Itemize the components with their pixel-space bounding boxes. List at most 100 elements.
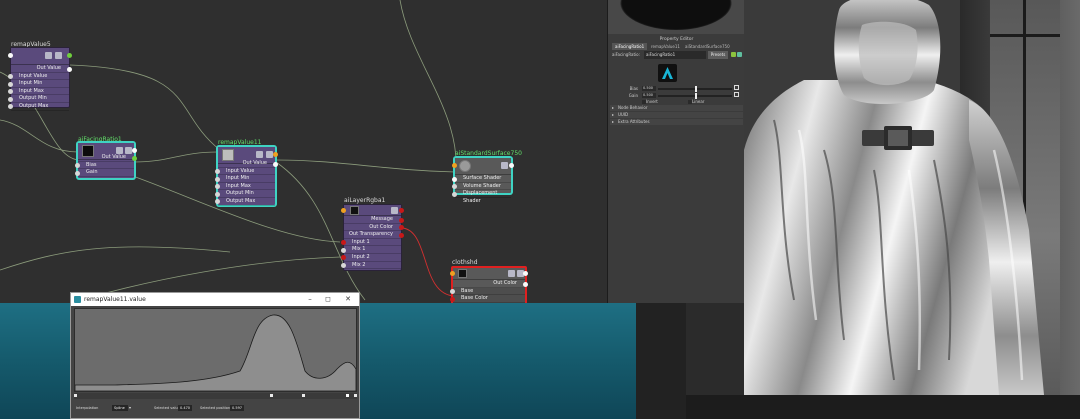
section-uuid[interactable]: UUID [610,112,743,118]
gain-map-icon[interactable] [734,92,739,97]
port-in[interactable] [215,169,220,175]
section-extra-attributes[interactable]: Extra Attributes [610,119,743,125]
attr-mix-2: Mix 2 [341,262,401,270]
node-header[interactable] [341,205,404,216]
port-in[interactable] [452,191,457,197]
gain-slider[interactable] [658,93,732,99]
port-in[interactable] [452,184,457,190]
port-in[interactable] [8,96,13,102]
node-toggle-icon[interactable] [116,147,123,154]
port-in[interactable] [215,184,220,190]
port-out[interactable] [399,232,404,238]
bias-slider[interactable] [658,86,732,92]
port-message-in[interactable] [341,208,346,213]
section-node-behavior[interactable]: Node Behavior [610,105,743,111]
port-in[interactable] [8,81,13,87]
port-message-in[interactable] [450,271,455,276]
port-in[interactable] [341,255,346,261]
node-header[interactable] [8,48,72,65]
port-out-value[interactable] [273,161,278,167]
ramp-controls: Interpolation Spline ▾ Selected value 0.… [74,403,357,415]
port-in[interactable] [452,176,457,182]
invert-label: Invert [646,99,658,104]
ramp-key[interactable] [302,394,305,397]
port-message-out[interactable] [67,53,72,58]
node-toggle-icon[interactable] [256,151,263,158]
attr-input-min: Input Min [8,80,69,88]
selected-position-field[interactable]: 0.597 [230,405,244,411]
tab-remapvalue11[interactable]: remapValue11 [648,43,683,50]
node-expand-icon[interactable] [501,162,508,169]
bias-field[interactable]: 0.500 [642,86,656,91]
ramp-key[interactable] [354,394,357,397]
port-in[interactable] [8,104,13,110]
ramp-key[interactable] [74,394,77,397]
ramp-key-strip[interactable] [74,393,357,399]
port-out[interactable] [399,217,404,223]
node-clothshd[interactable]: Out Color Base Base Color [450,266,528,303]
node-header[interactable] [452,158,514,175]
presets-button[interactable]: Presets [708,51,728,59]
node-expand-icon[interactable] [391,207,398,214]
selected-value-field[interactable]: 0.470 [178,405,192,411]
attr-gain: Gain [75,169,134,177]
port-out-value[interactable] [132,155,137,161]
port-in[interactable] [341,263,346,269]
port-message-in[interactable] [452,163,457,168]
maximize-icon[interactable]: ◻ [321,293,335,306]
port-message-out[interactable] [132,148,137,153]
ramp-key[interactable] [270,394,273,397]
port-in[interactable] [75,163,80,169]
port-message-out[interactable] [523,271,528,276]
port-in[interactable] [8,89,13,95]
render-view[interactable] [744,0,1080,395]
port-message-out[interactable] [509,163,514,168]
ramp-window-titlebar[interactable]: remapValue11.value – ◻ ✕ [71,293,359,306]
port-in[interactable] [450,289,455,295]
node-name-field[interactable]: aiFacingRatio1 [644,51,706,59]
attr-displacement-shader: Displacement Shader [452,190,511,204]
ramp-curve-graph[interactable] [74,308,357,392]
ramp-editor-window[interactable]: remapValue11.value – ◻ ✕ Interpolation S… [70,292,360,419]
node-aifacingratio1[interactable]: Out Value Bias Gain [75,142,137,179]
interpolation-select[interactable]: Spline [112,405,128,411]
port-out-value[interactable] [67,66,72,72]
port-in[interactable] [341,240,346,246]
port-in[interactable] [341,247,346,253]
node-remapvalue11[interactable]: Out Value Input Value Input Min Input Ma… [215,146,278,206]
node-remapvalue5[interactable]: Out Value Input Value Input Min Input Ma… [8,47,72,111]
ramp-key[interactable] [346,394,349,397]
port-message-out[interactable] [399,208,404,213]
port-in[interactable] [215,191,220,197]
node-header[interactable] [450,268,528,280]
node-toggle-icon[interactable] [508,270,515,277]
node-editor[interactable]: remapValue5 Out Value Input Value Input … [0,0,607,303]
node-expand-icon[interactable] [266,151,273,158]
port-out[interactable] [523,281,528,287]
bias-slider-handle[interactable] [695,86,697,92]
node-ailayerrgba1[interactable]: Message Out Color Out Transparency Input… [341,204,404,271]
port-in[interactable] [8,74,13,80]
node-expand-icon[interactable] [125,147,132,154]
show-input-icon[interactable] [731,52,736,57]
node-expand-icon[interactable] [55,52,62,59]
port-in[interactable] [75,170,80,176]
ramp-curve[interactable] [75,309,356,391]
port-in[interactable] [450,296,455,302]
tab-aistandardsurface750[interactable]: aiStandardSurface750 [682,43,733,50]
gain-field[interactable]: 0.500 [642,93,656,98]
tab-aifacingratio1[interactable]: aiFacingRatio1 [612,43,648,50]
bias-map-icon[interactable] [734,85,739,90]
port-message-in[interactable] [8,53,13,58]
port-in[interactable] [215,199,220,205]
port-in[interactable] [215,176,220,182]
node-toggle-icon[interactable] [45,52,52,59]
property-editor[interactable]: Property Editor aiFacingRatio1 remapValu… [607,0,745,303]
minimize-icon[interactable]: – [303,293,317,306]
port-message-out[interactable] [273,152,278,157]
chevron-down-icon[interactable]: ▾ [129,405,131,410]
arnold-logo-shape [662,67,673,79]
show-output-icon[interactable] [737,52,742,57]
node-aistandardsurface750[interactable]: Surface Shader Volume Shader Displacemen… [452,157,514,204]
close-icon[interactable]: ✕ [341,293,355,306]
